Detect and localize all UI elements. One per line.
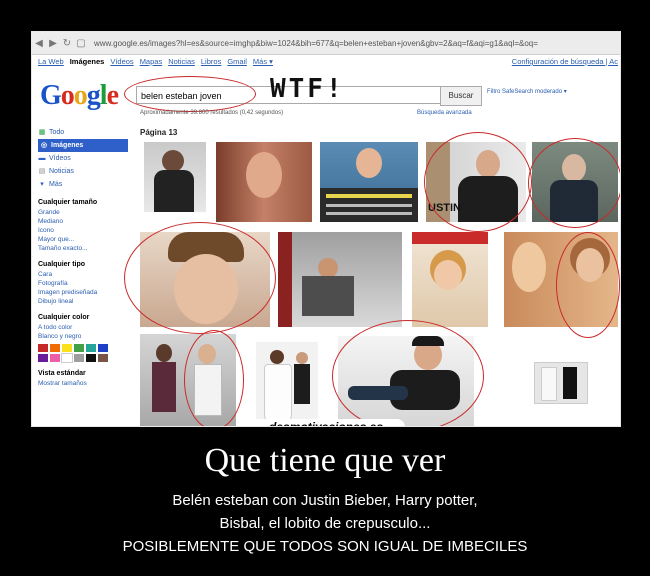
color-option[interactable]: Blanco y negro [38, 332, 128, 341]
color-swatch[interactable] [74, 344, 84, 352]
poster-caption-line: Bisbal, el lobito de crepusculo... [219, 515, 431, 532]
browser-toolbar: ◀ ▶ ↻ ▢ www.google.es/images?hl=es&sourc… [32, 32, 620, 55]
page-icon: ▢ [76, 37, 86, 49]
size-option[interactable]: Mediano [38, 217, 128, 226]
color-swatch[interactable] [74, 354, 84, 362]
image-result[interactable] [216, 142, 312, 222]
color-filter-heading: Cualquier color [38, 314, 90, 321]
color-swatches [38, 344, 128, 363]
size-option[interactable]: Mayor que... [38, 235, 128, 244]
back-icon[interactable]: ◀ [32, 38, 46, 49]
watermark-banner: desmotivaciones.es [247, 419, 405, 426]
page-number: Página 13 [140, 128, 178, 137]
search-button[interactable]: Buscar [440, 86, 482, 106]
color-swatch[interactable] [86, 354, 96, 362]
poster-title: Que tiene que ver [204, 442, 446, 479]
red-circle-annotation [556, 232, 620, 338]
nav-news[interactable]: Noticias [168, 57, 195, 69]
image-result[interactable] [256, 342, 318, 426]
grid-icon: ▦ [38, 128, 46, 136]
red-circle-annotation [124, 222, 276, 334]
color-swatch[interactable] [98, 344, 108, 352]
search-settings-link[interactable]: Configuración de búsqueda | Ac [512, 57, 618, 69]
nav-books[interactable]: Libros [201, 57, 221, 69]
forward-icon[interactable]: ▶ [46, 38, 60, 49]
red-circle-annotation [184, 330, 244, 426]
size-filter-heading: Cualquier tamaño [38, 199, 98, 206]
type-option[interactable]: Fotografía [38, 279, 128, 288]
color-swatch[interactable] [98, 354, 108, 362]
size-option[interactable]: Grande [38, 208, 128, 217]
color-swatch[interactable] [50, 344, 60, 352]
nav-videos[interactable]: Vídeos [110, 57, 133, 69]
sidebar-item-all[interactable]: ▦ Todo [38, 126, 128, 139]
camera-icon: ◎ [40, 141, 48, 149]
image-result[interactable] [278, 232, 402, 327]
news-icon: ▤ [38, 167, 46, 175]
wtf-annotation: WTF! [270, 74, 345, 104]
size-option[interactable]: Tamaño exacto... [38, 244, 128, 253]
sidebar-item-videos[interactable]: ▬ Vídeos [38, 152, 128, 165]
safesearch-filter[interactable]: Filtro SafeSearch moderado ▾ [487, 88, 567, 95]
address-bar[interactable]: www.google.es/images?hl=es&source=imghp&… [94, 39, 538, 48]
poster-caption-line: Belén esteban con Justin Bieber, Harry p… [172, 492, 478, 509]
sidebar-item-images[interactable]: ◎ Imágenes [38, 139, 128, 152]
red-circle-annotation [124, 76, 256, 112]
poster-caption-line: POSIBLEMENTE QUE TODOS SON IGUAL DE IMBE… [122, 538, 528, 555]
type-option[interactable]: Cara [38, 270, 128, 279]
nav-gmail[interactable]: Gmail [227, 57, 247, 69]
google-nav-bar: La Web Imágenes Vídeos Mapas Noticias Li… [38, 57, 618, 69]
nav-web[interactable]: La Web [38, 57, 64, 69]
image-result[interactable] [320, 142, 418, 222]
color-swatch[interactable] [50, 354, 60, 362]
image-result[interactable] [412, 232, 488, 327]
search-sidebar: ▦ Todo ◎ Imágenes ▬ Vídeos ▤ Noticias ▾ Más C… [38, 126, 128, 388]
color-swatch[interactable] [38, 344, 48, 352]
view-heading: Vista estándar [38, 370, 86, 377]
red-circle-annotation [528, 138, 620, 228]
color-swatch[interactable] [62, 344, 72, 352]
size-option[interactable]: Icono [38, 226, 128, 235]
sidebar-item-news[interactable]: ▤ Noticias [38, 165, 128, 178]
type-option[interactable]: Imagen prediseñada [38, 288, 128, 297]
nav-more[interactable]: Más ▾ [253, 57, 273, 69]
advanced-search-link[interactable]: Búsqueda avanzada [417, 110, 472, 116]
color-option[interactable]: A todo color [38, 323, 128, 332]
image-result[interactable] [144, 142, 206, 212]
type-option[interactable]: Dibujo lineal [38, 297, 128, 306]
google-logo[interactable]: Google [40, 80, 119, 112]
red-circle-annotation [424, 132, 532, 232]
red-circle-annotation [332, 320, 484, 426]
nav-maps[interactable]: Mapas [140, 57, 163, 69]
sidebar-item-more[interactable]: ▾ Más [38, 178, 128, 191]
color-swatch[interactable] [61, 353, 73, 363]
video-icon: ▬ [38, 154, 46, 162]
color-swatch[interactable] [38, 354, 48, 362]
more-icon: ▾ [40, 180, 44, 188]
nav-images[interactable]: Imágenes [70, 57, 105, 69]
view-option[interactable]: Mostrar tamaños [38, 379, 128, 388]
reload-icon[interactable]: ↻ [60, 38, 74, 49]
type-filter-heading: Cualquier tipo [38, 261, 86, 268]
color-swatch[interactable] [86, 344, 96, 352]
image-result[interactable] [534, 362, 588, 404]
screenshot-frame: ◀ ▶ ↻ ▢ www.google.es/images?hl=es&sourc… [31, 31, 621, 427]
result-stats: Aproximadamente 39.800 resultados (0,42 … [140, 110, 284, 116]
